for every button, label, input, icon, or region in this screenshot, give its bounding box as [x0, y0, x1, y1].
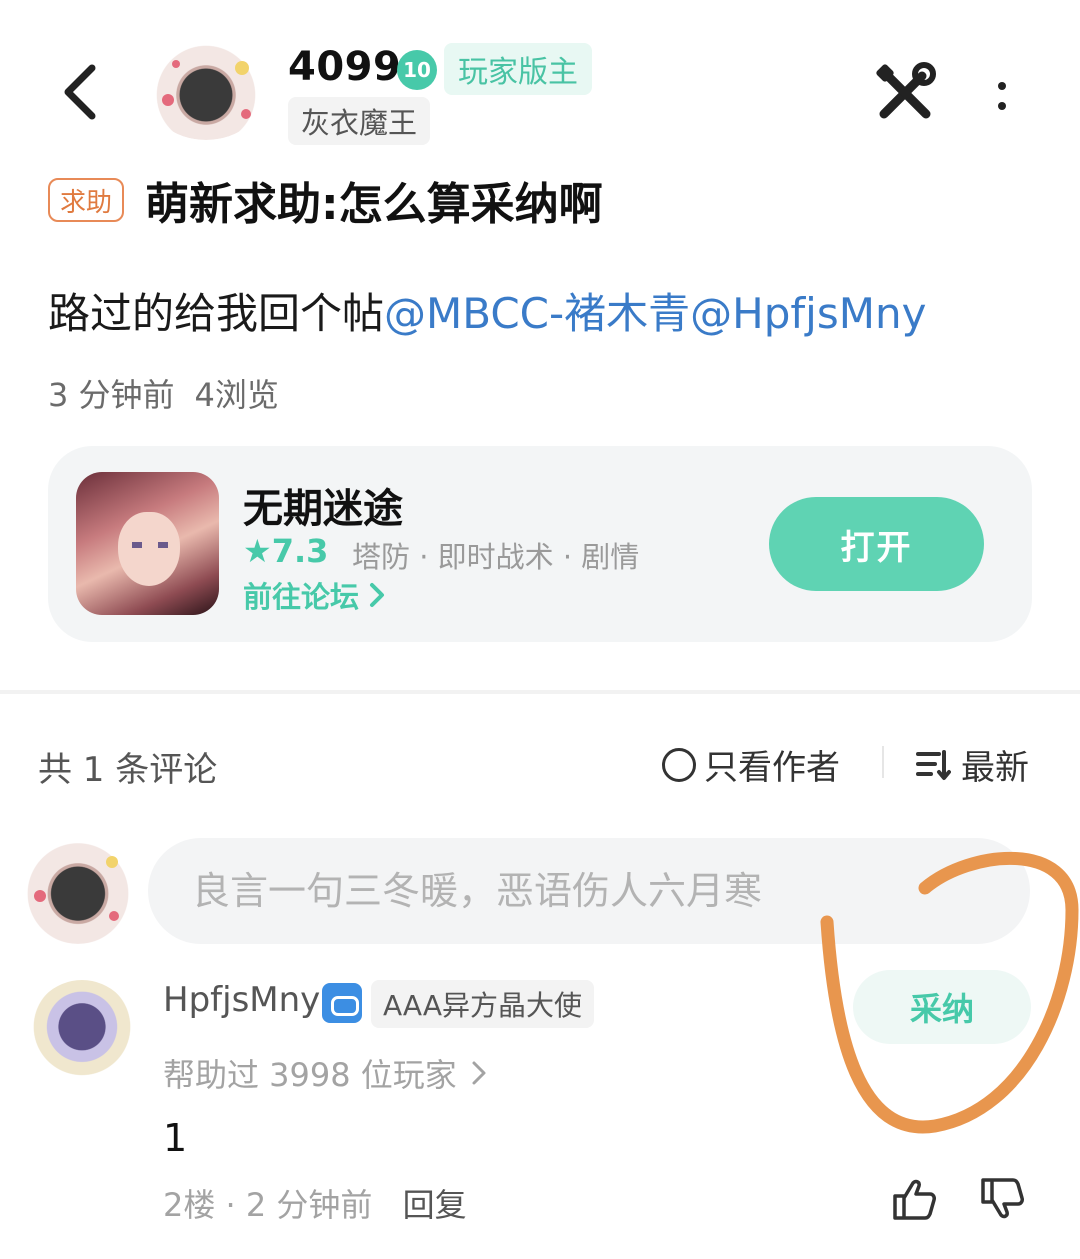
helped-count-link[interactable]: 帮助过 3998 位玩家: [163, 1050, 491, 1096]
sort-list-icon: [916, 749, 951, 780]
post-body: 路过的给我回个帖@MBCC-褚木青@HpfjsMny: [48, 280, 926, 341]
post-meta: 3 分钟前 4浏览: [48, 370, 279, 416]
tools-button[interactable]: [872, 62, 940, 126]
header-separator: [882, 746, 884, 778]
role-badge: 玩家版主: [444, 43, 592, 95]
post-views: 4浏览: [194, 376, 279, 414]
forum-link-label: 前往论坛: [243, 580, 360, 614]
radio-icon: [662, 747, 696, 782]
author-username[interactable]: 4099: [288, 44, 401, 90]
comment-meta: 2楼 · 2 分钟前 回复: [163, 1180, 467, 1226]
back-button[interactable]: [48, 60, 112, 124]
section-divider: [0, 690, 1080, 694]
author-only-label: 只看作者: [704, 748, 840, 788]
commenter-title-badge: AAA异方晶大使: [371, 980, 595, 1028]
game-name[interactable]: 无期迷途: [243, 476, 403, 534]
comment-count: 共 1 条评论: [38, 750, 218, 790]
author-only-toggle[interactable]: 只看作者: [662, 740, 840, 789]
dislike-button[interactable]: [978, 1174, 1028, 1224]
post-title: 萌新求助:怎么算采纳啊: [145, 179, 603, 230]
like-button[interactable]: [890, 1174, 940, 1224]
thumbs-down-icon: [981, 1178, 1024, 1219]
reply-button[interactable]: 回复: [403, 1186, 467, 1224]
comment-body: 1: [163, 1116, 188, 1160]
author-title-badge: 灰衣魔王: [288, 97, 431, 145]
game-rating: ★7.3: [243, 532, 329, 570]
current-user-avatar: [22, 832, 134, 944]
more-vertical-icon: [998, 82, 1006, 110]
post-tag: 求助: [48, 178, 125, 222]
post-body-text: 路过的给我回个帖: [48, 289, 385, 338]
mention-link[interactable]: @HpfjsMny: [690, 289, 926, 338]
game-tags: 塔防 · 即时战术 · 剧情: [352, 540, 640, 574]
open-game-button[interactable]: 打开: [769, 497, 984, 591]
commenter-avatar[interactable]: [30, 980, 134, 1084]
mention-link[interactable]: @MBCC-褚木青: [384, 289, 690, 338]
game-icon[interactable]: [76, 472, 219, 615]
chevron-right-icon: [472, 1061, 486, 1085]
helped-count: 帮助过 3998 位玩家: [163, 1056, 457, 1094]
meta-dot: ·: [225, 1186, 246, 1224]
more-options-button[interactable]: [980, 68, 1024, 124]
sort-button[interactable]: 最新: [915, 740, 1029, 789]
sort-label: 最新: [961, 748, 1029, 788]
post-time: 3 分钟前: [48, 376, 175, 414]
game-forum-link[interactable]: 前往论坛: [243, 574, 389, 616]
author-avatar[interactable]: [146, 40, 266, 140]
thumbs-up-icon: [893, 1179, 936, 1220]
gamepad-badge-icon: [322, 983, 362, 1023]
comment-floor: 2楼: [163, 1186, 216, 1224]
chevron-right-icon: [370, 583, 385, 607]
comment-time: 2 分钟前: [245, 1186, 373, 1224]
chevron-left-icon: [64, 64, 96, 120]
level-badge: 10: [397, 50, 437, 90]
tools-icon: [876, 62, 936, 119]
commenter-username[interactable]: HpfjsMny: [163, 980, 320, 1020]
annotation-circle: [820, 852, 1079, 1134]
